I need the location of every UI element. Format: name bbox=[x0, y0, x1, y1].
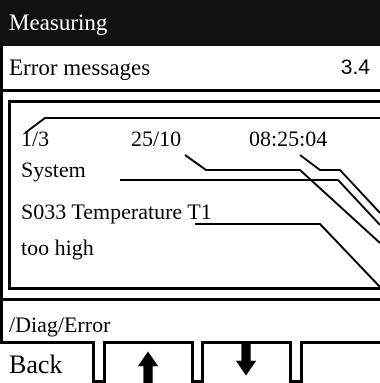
menu-header: Error messages 3.4 bbox=[0, 46, 380, 92]
message-index: 1/3 bbox=[21, 126, 50, 151]
back-button[interactable]: Back bbox=[0, 341, 95, 383]
softkey-4-button[interactable] bbox=[300, 341, 380, 383]
message-time: 08:25:04 bbox=[249, 126, 328, 151]
back-button-label: Back bbox=[9, 350, 63, 379]
message-date: 25/10 bbox=[131, 126, 182, 151]
menu-path: /Diag/Error bbox=[9, 312, 111, 337]
error-message-panel: 1/3 25/10 08:25:04 System S033 Temperatu… bbox=[8, 100, 380, 290]
menu-code: 3.4 bbox=[340, 56, 370, 79]
menu-path-row: /Diag/Error bbox=[0, 298, 380, 338]
title-bar: Measuring bbox=[0, 0, 380, 46]
message-code-text: S033 Temperature T1 bbox=[21, 199, 212, 224]
down-button[interactable] bbox=[201, 341, 292, 383]
arrow-up-icon bbox=[137, 351, 159, 383]
message-source: System bbox=[21, 157, 86, 182]
message-detail: too high bbox=[21, 235, 94, 260]
arrow-down-icon bbox=[235, 344, 257, 376]
page-title: Measuring bbox=[9, 10, 108, 35]
up-button[interactable] bbox=[103, 341, 194, 383]
menu-label: Error messages bbox=[9, 55, 151, 80]
